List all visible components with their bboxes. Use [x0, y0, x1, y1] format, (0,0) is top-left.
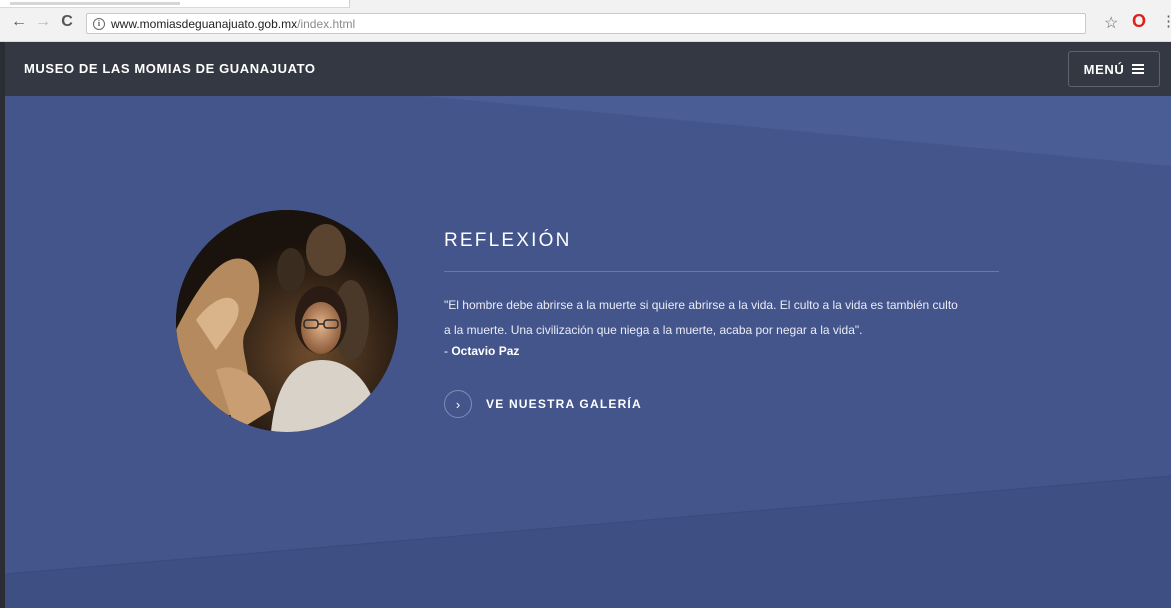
menu-label: MENÚ [1083, 61, 1125, 77]
chevron-right-icon[interactable]: › [444, 390, 472, 418]
quote-author: - Octavio Paz [444, 343, 999, 359]
section-heading: REFLEXIÓN [444, 230, 572, 251]
gallery-link-label[interactable]: VE NUESTRA GALERÍA [486, 397, 642, 411]
mummy-photo [176, 210, 398, 432]
menu-button[interactable]: MENÚ [1068, 51, 1160, 87]
bookmark-star-icon[interactable]: ☆ [1104, 13, 1118, 33]
quote-line-2: a la muerte. Una civilización que niega … [444, 323, 863, 337]
url-text: www.momiasdeguanajuato.gob.mx/index.html [111, 17, 355, 31]
reflection-content: REFLEXIÓN "El hombre debe abrirse a la m… [444, 230, 999, 418]
quote-text: "El hombre debe abrirse a la muerte si q… [444, 293, 999, 343]
browser-tab[interactable] [0, 0, 350, 8]
browser-toolbar: ← → C i www.momiasdeguanajuato.gob.mx/in… [0, 0, 1171, 42]
more-menu-icon[interactable]: ⋮ [1161, 12, 1171, 30]
tab-strip [0, 0, 1171, 8]
author-name: Octavio Paz [451, 344, 520, 358]
address-bar[interactable]: i www.momiasdeguanajuato.gob.mx/index.ht… [86, 13, 1086, 34]
info-icon[interactable]: i [93, 17, 105, 30]
reload-icon[interactable]: C [57, 12, 77, 32]
url-path: /index.html [297, 16, 356, 31]
gallery-link[interactable]: › VE NUESTRA GALERÍA [444, 390, 999, 418]
back-icon[interactable]: ← [9, 12, 29, 32]
site-header: MUSEO DE LAS MOMIAS DE GUANAJUATO MENÚ [5, 42, 1171, 96]
site-title[interactable]: MUSEO DE LAS MOMIAS DE GUANAJUATO [24, 61, 316, 76]
reflection-section: REFLEXIÓN "El hombre debe abrirse a la m… [5, 96, 1171, 608]
forward-icon[interactable]: → [33, 12, 53, 32]
url-domain: www.momiasdeguanajuato.gob.mx [111, 16, 298, 31]
hamburger-icon [1132, 64, 1145, 74]
heading-divider [444, 271, 999, 272]
opera-icon[interactable]: O [1132, 11, 1146, 32]
quote-line-1: "El hombre debe abrirse a la muerte si q… [444, 298, 958, 312]
